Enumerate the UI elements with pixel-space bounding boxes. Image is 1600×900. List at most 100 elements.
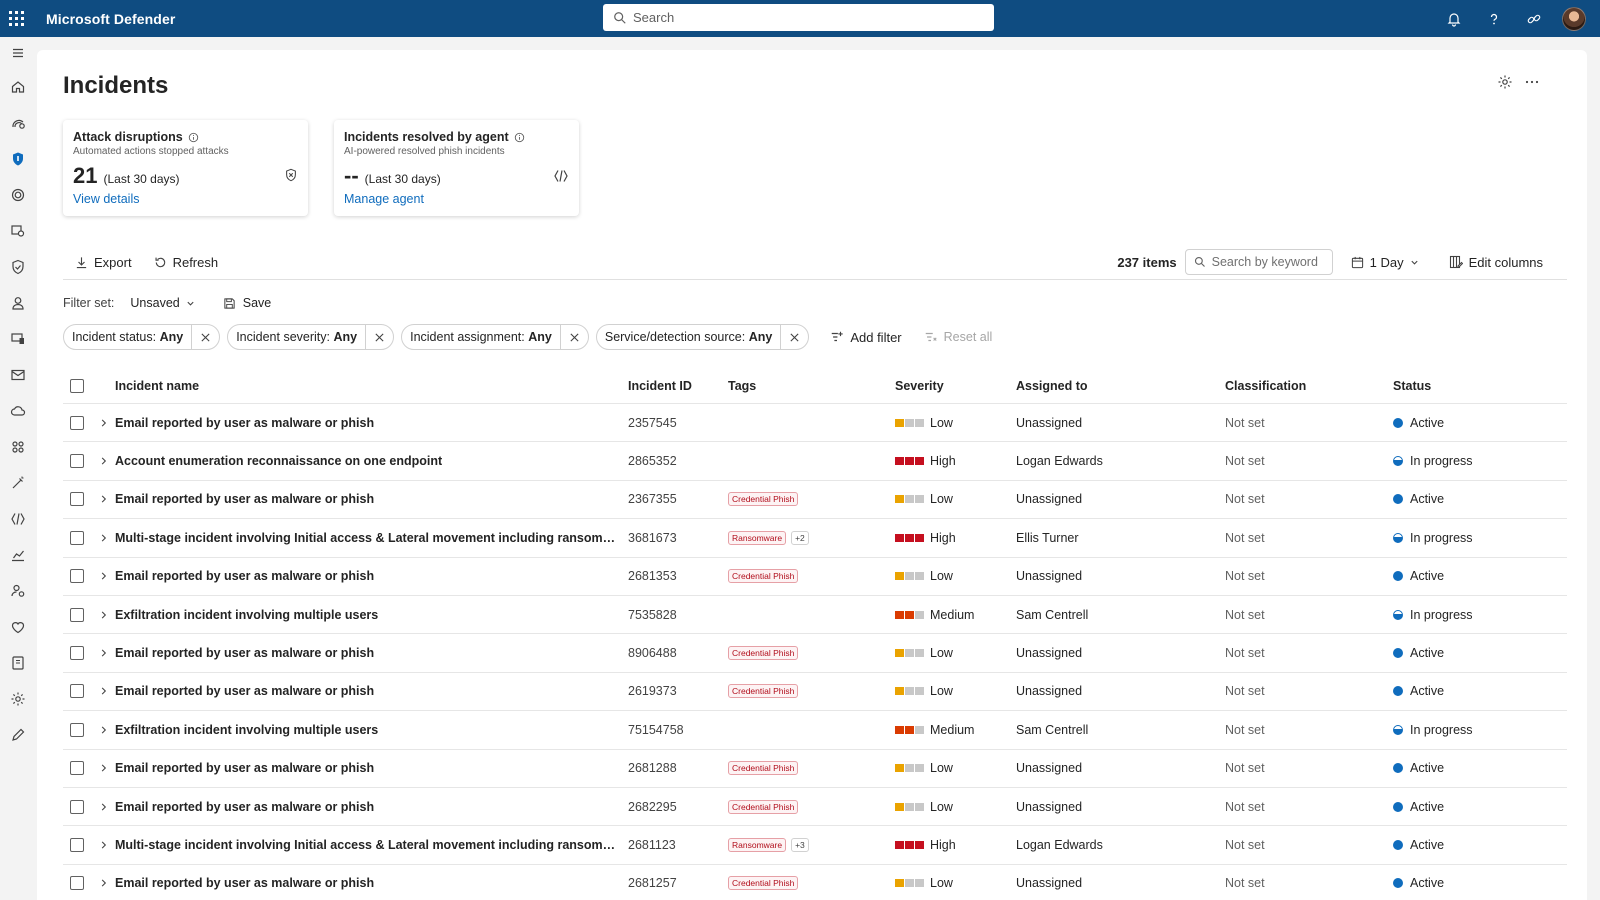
help-button[interactable] <box>1474 0 1514 37</box>
row-checkbox[interactable] <box>70 646 84 661</box>
incident-tag[interactable]: Credential Phish <box>728 646 799 661</box>
nav-item-agent[interactable] <box>0 501 36 537</box>
nav-item-home[interactable] <box>0 69 36 105</box>
table-row[interactable]: Email reported by user as malware or phi… <box>63 404 1567 443</box>
column-header-status[interactable]: Status <box>1393 379 1543 393</box>
nav-item-endpoint[interactable] <box>0 321 36 357</box>
nav-item-hunting[interactable] <box>0 213 36 249</box>
table-row[interactable]: Email reported by user as malware or phi… <box>63 673 1567 712</box>
table-row[interactable]: Email reported by user as malware or phi… <box>63 750 1567 788</box>
row-checkbox[interactable] <box>70 492 84 507</box>
nav-item-permissions[interactable] <box>0 573 36 609</box>
expand-row-button[interactable] <box>91 533 115 543</box>
expand-row-button[interactable] <box>91 686 115 696</box>
nav-item-edit[interactable] <box>0 717 36 753</box>
edit-columns-button[interactable]: Edit columns <box>1449 255 1543 270</box>
remove-filter-button[interactable] <box>559 325 588 349</box>
expand-row-button[interactable] <box>91 571 115 581</box>
row-checkbox[interactable] <box>70 530 84 545</box>
expand-row-button[interactable] <box>91 802 115 812</box>
expand-row-button[interactable] <box>91 648 115 658</box>
incident-name-link[interactable]: Email reported by user as malware or phi… <box>115 646 628 660</box>
row-checkbox[interactable] <box>70 799 84 814</box>
table-row[interactable]: Email reported by user as malware or phi… <box>63 481 1567 520</box>
row-checkbox[interactable] <box>70 722 84 737</box>
incident-name-link[interactable]: Exfiltration incident involving multiple… <box>115 723 628 737</box>
expand-row-button[interactable] <box>91 878 115 888</box>
table-row[interactable]: Email reported by user as malware or phi… <box>63 788 1567 827</box>
column-header-id[interactable]: Incident ID <box>628 379 728 393</box>
reset-all-button[interactable]: Reset all <box>924 330 992 344</box>
expand-row-button[interactable] <box>91 494 115 504</box>
notifications-button[interactable] <box>1434 0 1474 37</box>
keyword-search-input[interactable]: Search by keyword <box>1184 249 1333 275</box>
connections-button[interactable] <box>1514 0 1554 37</box>
more-options-icon[interactable] <box>1523 74 1541 90</box>
more-tags-badge[interactable]: +3 <box>791 837 809 852</box>
row-checkbox[interactable] <box>70 569 84 584</box>
incident-name-link[interactable]: Multi-stage incident involving Initial a… <box>115 531 628 545</box>
column-header-classification[interactable]: Classification <box>1225 379 1393 393</box>
row-checkbox[interactable] <box>70 454 84 469</box>
table-row[interactable]: Exfiltration incident involving multiple… <box>63 711 1567 750</box>
incident-tag[interactable]: Credential Phish <box>728 569 799 584</box>
table-row[interactable]: Email reported by user as malware or phi… <box>63 865 1567 900</box>
incident-name-link[interactable]: Multi-stage incident involving Initial a… <box>115 838 628 852</box>
expand-row-button[interactable] <box>91 840 115 850</box>
incident-tag[interactable]: Credential Phish <box>728 684 799 699</box>
nav-item-reports[interactable] <box>0 537 36 573</box>
nav-item-email[interactable] <box>0 357 36 393</box>
expand-row-button[interactable] <box>91 763 115 773</box>
incident-name-link[interactable]: Email reported by user as malware or phi… <box>115 492 628 506</box>
nav-item-apps[interactable] <box>0 429 36 465</box>
incident-tag[interactable]: Credential Phish <box>728 799 799 814</box>
incident-name-link[interactable]: Email reported by user as malware or phi… <box>115 416 628 430</box>
remove-filter-button[interactable] <box>365 325 393 349</box>
row-checkbox[interactable] <box>70 684 84 699</box>
incident-tag[interactable]: Credential Phish <box>728 876 799 891</box>
time-range-dropdown[interactable]: 1 Day <box>1351 255 1419 270</box>
table-row[interactable]: Multi-stage incident involving Initial a… <box>63 826 1567 865</box>
incident-name-link[interactable]: Email reported by user as malware or phi… <box>115 800 628 814</box>
nav-item-health[interactable] <box>0 609 36 645</box>
global-search-input[interactable]: Search <box>603 4 994 31</box>
manage-agent-link[interactable]: Manage agent <box>344 192 424 206</box>
expand-row-button[interactable] <box>91 418 115 428</box>
nav-item-magic[interactable] <box>0 465 36 501</box>
table-row[interactable]: Account enumeration reconnaissance on on… <box>63 442 1567 481</box>
nav-item-cloud[interactable] <box>0 393 36 429</box>
nav-item-threat-intel[interactable] <box>0 177 36 213</box>
incident-name-link[interactable]: Email reported by user as malware or phi… <box>115 876 628 890</box>
select-all-checkbox[interactable] <box>70 378 84 393</box>
nav-item-protection[interactable] <box>0 249 36 285</box>
expand-row-button[interactable] <box>91 456 115 466</box>
incident-tag[interactable]: Credential Phish <box>728 761 799 776</box>
filter-chip[interactable]: Incident assignment: Any <box>401 324 589 350</box>
incident-tag[interactable]: Ransomware <box>728 837 787 852</box>
nav-item-incidents[interactable] <box>0 105 36 141</box>
export-button[interactable]: Export <box>63 255 132 270</box>
column-header-tags[interactable]: Tags <box>728 379 895 393</box>
table-row[interactable]: Email reported by user as malware or phi… <box>63 558 1567 596</box>
incident-tag[interactable]: Ransomware <box>728 530 787 545</box>
filter-chip[interactable]: Incident status: Any <box>63 324 221 350</box>
incident-name-link[interactable]: Email reported by user as malware or phi… <box>115 761 628 775</box>
remove-filter-button[interactable] <box>191 325 219 349</box>
expand-row-button[interactable] <box>91 610 115 620</box>
save-filter-button[interactable]: Save <box>223 296 271 310</box>
incident-name-link[interactable]: Account enumeration reconnaissance on on… <box>115 454 628 468</box>
incident-name-link[interactable]: Email reported by user as malware or phi… <box>115 569 628 583</box>
table-row[interactable]: Exfiltration incident involving multiple… <box>63 596 1567 635</box>
remove-filter-button[interactable] <box>780 325 808 349</box>
view-details-link[interactable]: View details <box>73 192 139 206</box>
filter-chip[interactable]: Incident severity: Any <box>227 324 395 350</box>
expand-row-button[interactable] <box>91 725 115 735</box>
info-icon[interactable] <box>188 132 199 143</box>
filter-set-dropdown[interactable]: Unsaved <box>130 296 194 310</box>
user-avatar[interactable] <box>1562 6 1586 31</box>
nav-item-identity[interactable] <box>0 285 36 321</box>
incident-name-link[interactable]: Exfiltration incident involving multiple… <box>115 608 628 622</box>
refresh-button[interactable]: Refresh <box>154 255 218 270</box>
column-header-severity[interactable]: Severity <box>895 379 1016 393</box>
app-title[interactable]: Microsoft Defender <box>46 11 175 27</box>
